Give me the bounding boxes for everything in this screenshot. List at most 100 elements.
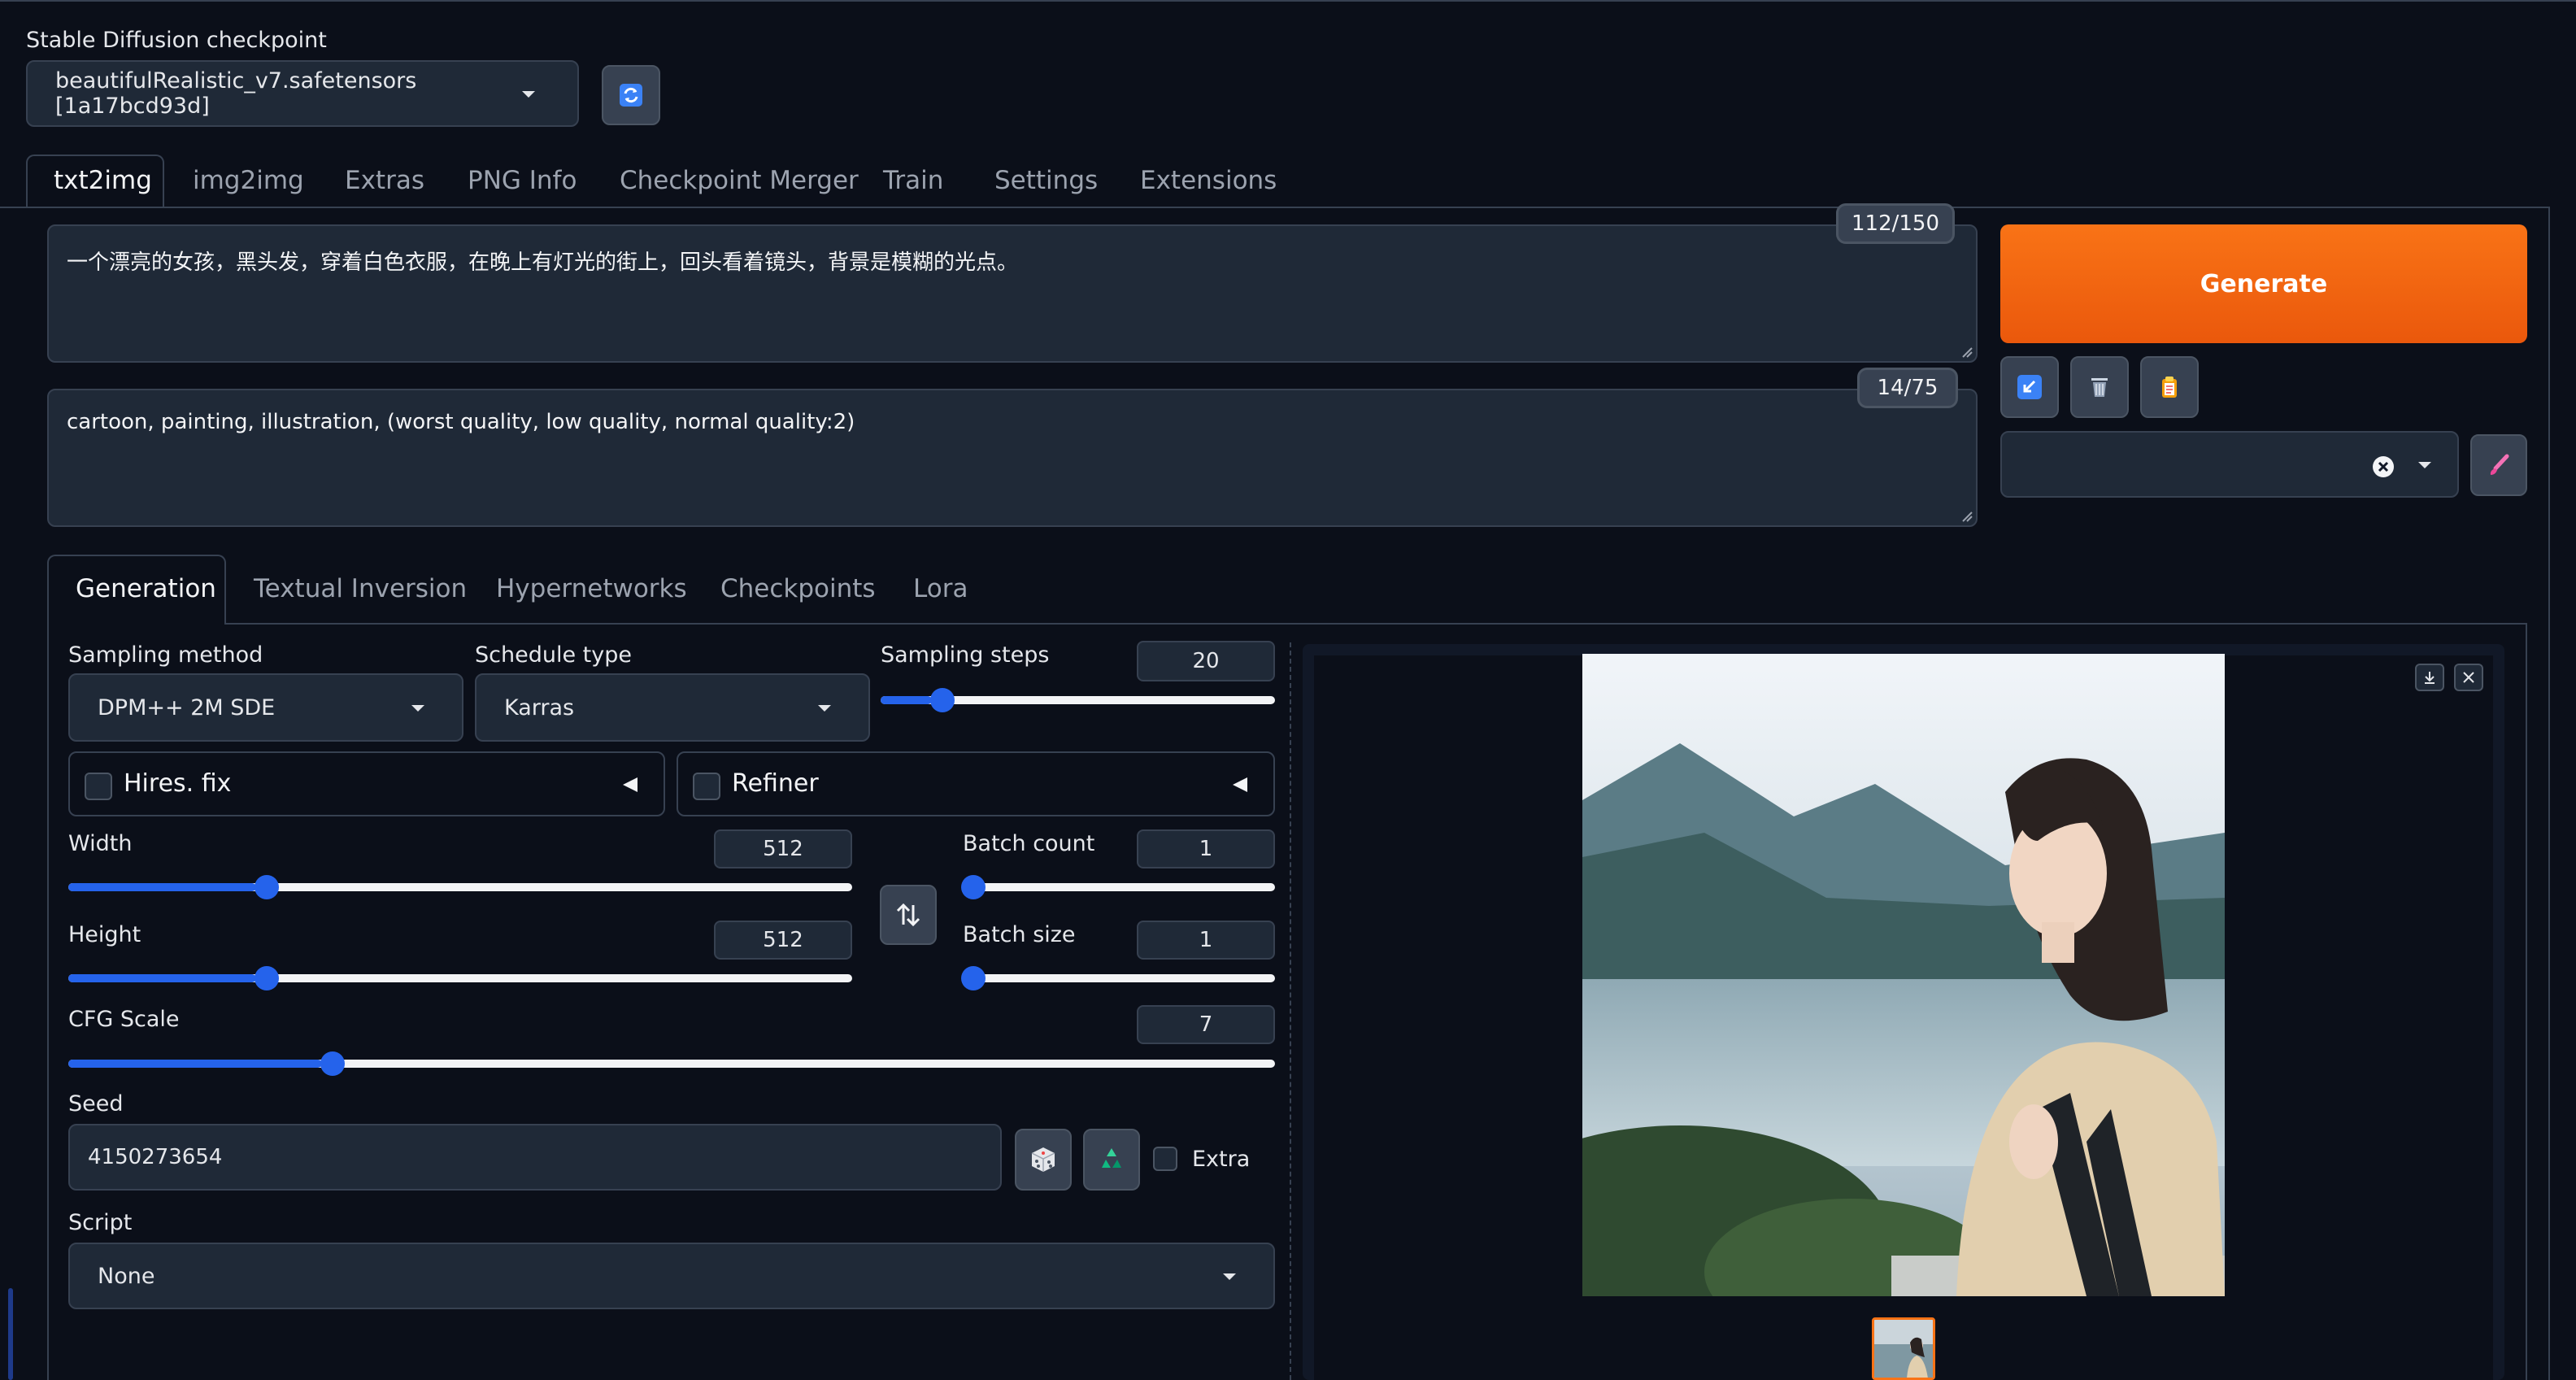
- close-icon: [2463, 672, 2474, 683]
- negative-token-counter: 14/75: [1857, 368, 1958, 408]
- tab-extras[interactable]: Extras: [345, 166, 424, 195]
- clipboard-icon: [2162, 377, 2177, 398]
- main-panel-right-border: [2548, 207, 2550, 1380]
- refiner-accordion[interactable]: Refiner: [677, 751, 1275, 816]
- positive-prompt-textarea[interactable]: 一个漂亮的女孩，黑头发，穿着白色衣服，在晚上有灯光的街上，回头看着镜头，背景是模…: [47, 224, 1978, 363]
- tab-checkpoint-merger[interactable]: Checkpoint Merger: [620, 166, 859, 195]
- clear-prompt-button[interactable]: [2070, 356, 2129, 418]
- chevron-down-icon: [1223, 1273, 1236, 1280]
- generation-panel-left-border: [47, 623, 49, 1380]
- batch-size-label: Batch size: [963, 922, 1076, 947]
- subtab-lora[interactable]: Lora: [913, 574, 968, 603]
- sampling-method-dropdown[interactable]: DPM++ 2M SDE: [68, 673, 463, 742]
- subtab-checkpoints[interactable]: Checkpoints: [720, 574, 876, 603]
- batch-size-slider[interactable]: [961, 966, 1275, 990]
- extra-seed-checkbox[interactable]: [1153, 1147, 1177, 1171]
- resize-handle-icon[interactable]: [1961, 346, 1973, 358]
- cfg-scale-slider[interactable]: [68, 1051, 1275, 1076]
- height-input[interactable]: 512: [714, 921, 852, 960]
- paintbrush-icon: [2490, 454, 2509, 475]
- cfg-scale-label: CFG Scale: [68, 1007, 180, 1032]
- sampling-steps-label: Sampling steps: [881, 642, 1050, 668]
- width-input[interactable]: 512: [714, 829, 852, 868]
- positive-prompt-text: 一个漂亮的女孩，黑头发，穿着白色衣服，在晚上有灯光的街上，回头看着镜头，背景是模…: [67, 250, 1019, 275]
- trash-icon: [2091, 378, 2108, 397]
- hires-fix-label: Hires. fix: [124, 769, 232, 798]
- tab-label-txt2img[interactable]: txt2img: [54, 166, 152, 195]
- resize-handle-icon[interactable]: [1961, 511, 1973, 522]
- refresh-icon: [620, 84, 642, 107]
- sampling-steps-slider[interactable]: [881, 688, 1275, 712]
- clear-icon[interactable]: [2371, 455, 2395, 479]
- slider-fill: [68, 1060, 322, 1068]
- schedule-type-dropdown[interactable]: Karras: [475, 673, 870, 742]
- recycle-icon: [1102, 1148, 1121, 1168]
- read-params-button[interactable]: [2000, 356, 2059, 418]
- seed-input[interactable]: 4150273654: [68, 1124, 1002, 1191]
- edit-styles-button[interactable]: [2470, 434, 2527, 496]
- page-scrollbar[interactable]: [8, 1288, 13, 1380]
- sampling-steps-input[interactable]: 20: [1137, 641, 1275, 681]
- hires-fix-accordion[interactable]: Hires. fix: [68, 751, 665, 816]
- panel-divider: [1290, 642, 1291, 1380]
- negative-prompt-textarea[interactable]: cartoon, painting, illustration, (worst …: [47, 389, 1978, 527]
- tab-settings[interactable]: Settings: [994, 166, 1098, 195]
- width-slider[interactable]: [68, 875, 852, 899]
- batch-count-slider[interactable]: [961, 875, 1275, 899]
- refresh-checkpoint-button[interactable]: [602, 65, 660, 125]
- swap-dimensions-button[interactable]: [880, 885, 937, 945]
- checkpoint-value: beautifulRealistic_v7.safetensors [1a17b…: [55, 68, 417, 119]
- slider-thumb[interactable]: [255, 966, 280, 990]
- download-button[interactable]: [2415, 664, 2444, 691]
- refiner-label: Refiner: [732, 769, 819, 798]
- slider-thumb[interactable]: [255, 875, 280, 899]
- height-slider[interactable]: [68, 966, 852, 990]
- refiner-checkbox[interactable]: [693, 773, 720, 800]
- generate-button[interactable]: Generate: [2000, 224, 2527, 343]
- slider-fill: [68, 974, 257, 982]
- tab-extensions[interactable]: Extensions: [1140, 166, 1277, 195]
- chevron-down-icon: [522, 91, 535, 98]
- download-icon: [2425, 672, 2435, 684]
- slider-thumb[interactable]: [961, 875, 986, 899]
- apply-styles-button[interactable]: [2140, 356, 2199, 418]
- portrait-image: [1582, 654, 2225, 1296]
- batch-count-input[interactable]: 1: [1137, 829, 1275, 868]
- checkpoint-label: Stable Diffusion checkpoint: [26, 28, 327, 53]
- random-seed-button[interactable]: [1015, 1129, 1072, 1191]
- slider-fill: [881, 696, 933, 704]
- script-value: None: [98, 1263, 155, 1289]
- batch-size-input[interactable]: 1: [1137, 921, 1275, 960]
- subtab-label-generation[interactable]: Generation: [76, 574, 216, 603]
- tab-train[interactable]: Train: [883, 166, 943, 195]
- generated-image[interactable]: [1582, 654, 2225, 1296]
- reuse-seed-button[interactable]: [1083, 1129, 1140, 1191]
- subtab-hypernetworks[interactable]: Hypernetworks: [496, 574, 687, 603]
- collapse-arrow-icon[interactable]: [621, 776, 639, 794]
- slider-thumb[interactable]: [930, 688, 955, 712]
- subtab-textual-inversion[interactable]: Textual Inversion: [254, 574, 467, 603]
- thumbnail-image: [1874, 1320, 1933, 1378]
- schedule-type-label: Schedule type: [475, 642, 632, 668]
- gallery-thumbnail[interactable]: [1872, 1317, 1935, 1380]
- tab-png-info[interactable]: PNG Info: [468, 166, 577, 195]
- slider-thumb[interactable]: [320, 1051, 345, 1076]
- slider-thumb[interactable]: [961, 966, 986, 990]
- positive-token-counter: 112/150: [1836, 203, 1955, 244]
- hires-fix-checkbox[interactable]: [85, 773, 112, 800]
- dice-icon: [1031, 1147, 1055, 1172]
- slider-fill: [68, 883, 257, 891]
- checkpoint-dropdown[interactable]: beautifulRealistic_v7.safetensors [1a17b…: [26, 60, 579, 127]
- collapse-arrow-icon[interactable]: [1231, 776, 1249, 794]
- tab-img2img[interactable]: img2img: [193, 166, 304, 195]
- extra-seed-label: Extra: [1192, 1147, 1251, 1172]
- cfg-scale-input[interactable]: 7: [1137, 1005, 1275, 1044]
- sampling-method-label: Sampling method: [68, 642, 263, 668]
- script-dropdown[interactable]: None: [68, 1243, 1275, 1309]
- tabs-divider-right: [164, 207, 2550, 208]
- styles-dropdown[interactable]: [2000, 431, 2459, 498]
- close-preview-button[interactable]: [2454, 664, 2483, 691]
- generation-panel-right-border: [2526, 623, 2527, 1380]
- script-label: Script: [68, 1210, 133, 1235]
- chevron-down-icon: [2418, 462, 2431, 468]
